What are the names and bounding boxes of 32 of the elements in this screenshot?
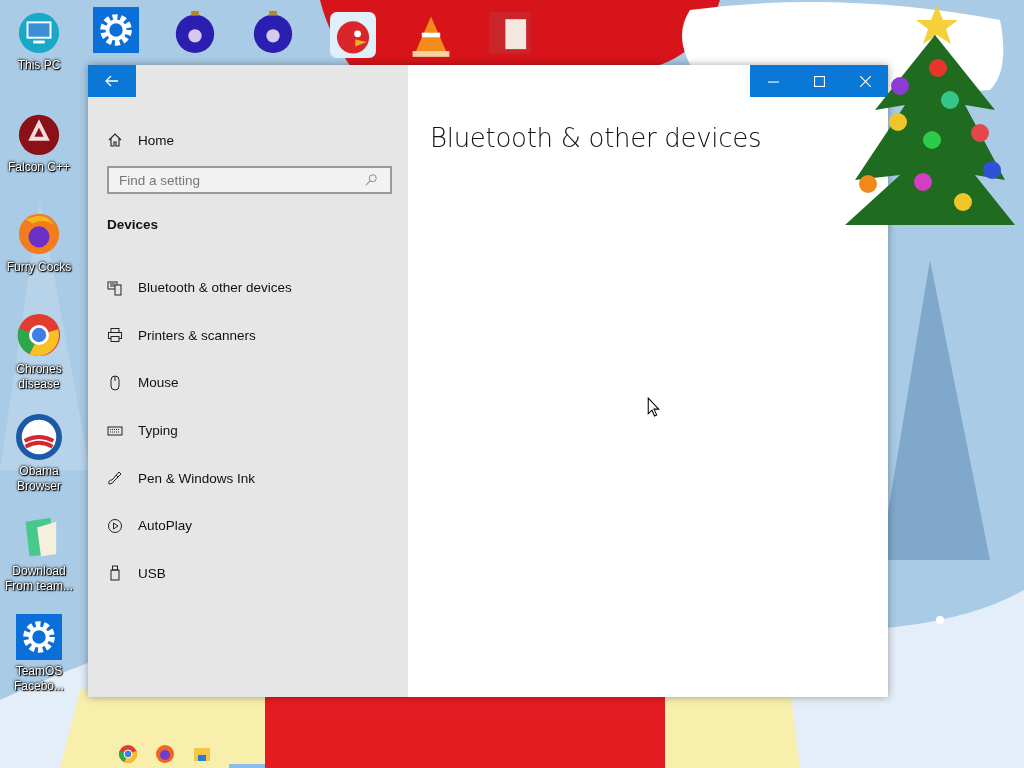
close-icon (859, 75, 871, 87)
card-icon[interactable] (487, 10, 533, 56)
back-arrow-icon (104, 73, 120, 89)
search-field[interactable]: Find a setting (107, 166, 392, 194)
device-icon (107, 470, 123, 487)
nav-item[interactable]: Printers & scanners (88, 311, 408, 360)
back-button[interactable] (88, 65, 136, 97)
nav-item[interactable]: AutoPlay (88, 501, 408, 550)
nav-item[interactable]: Mouse (88, 359, 408, 407)
mouse-pointer-icon (647, 397, 660, 417)
bird-icon[interactable] (330, 12, 376, 58)
device-icon (107, 375, 123, 391)
gear-icon[interactable] (93, 7, 139, 53)
browser-icon[interactable] (155, 744, 175, 764)
device-icon (107, 565, 123, 582)
device-icon (107, 279, 123, 296)
device-icon (107, 517, 123, 534)
home-icon (107, 132, 123, 148)
browser-icon[interactable] (118, 744, 138, 764)
page-title: Bluetooth & other devices (430, 123, 763, 153)
home-link[interactable]: Home (88, 125, 408, 155)
browser-icon (16, 312, 62, 358)
nav-item[interactable]: USB (88, 549, 408, 598)
gear-icon (16, 614, 62, 660)
nav-item[interactable]: Typing (88, 406, 408, 455)
search-icon (364, 173, 378, 187)
maximize-icon (813, 75, 825, 87)
device-icon (107, 327, 123, 344)
nav-item[interactable]: Bluetooth & other devices (88, 264, 408, 312)
section-heading: Devices (106, 217, 160, 234)
logo-icon (16, 414, 62, 460)
nav-item[interactable]: Pen & Windows Ink (88, 454, 408, 502)
